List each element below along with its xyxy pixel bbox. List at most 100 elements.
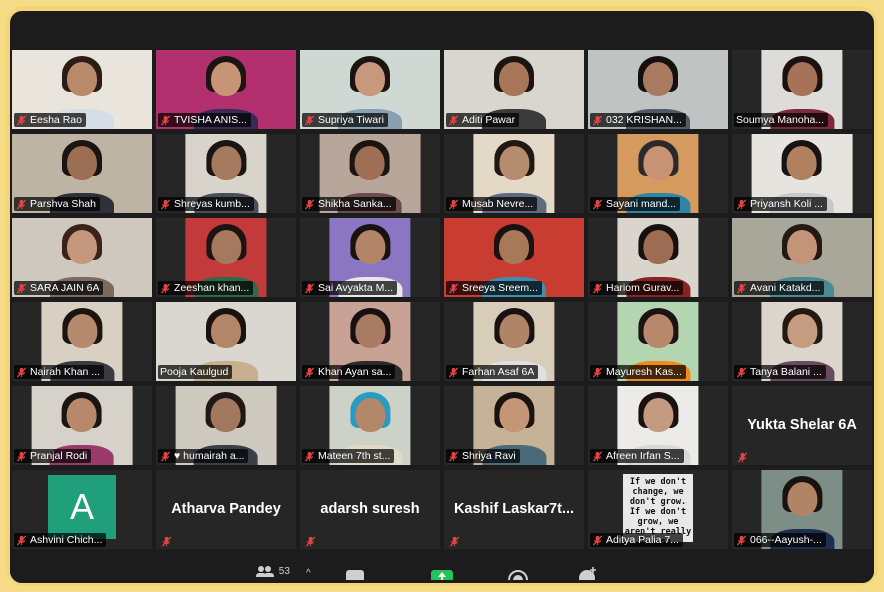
muted-mic-icon — [160, 450, 171, 462]
share-screen-button[interactable] — [431, 570, 453, 583]
participant-tile[interactable]: Eesha Rao — [12, 50, 152, 129]
avatar: A — [48, 475, 116, 539]
participant-tile[interactable]: TVISHA ANIS... — [156, 50, 296, 129]
participant-name-tag: TVISHA ANIS... — [158, 113, 251, 127]
participant-name: Tanya Balani ... — [750, 366, 822, 378]
muted-mic-icon — [736, 366, 747, 378]
participant-name: 032 KRISHAN... — [606, 114, 682, 126]
participant-tile[interactable]: Yukta Shelar 6A — [732, 386, 872, 465]
participant-tile[interactable]: Pranjal Rodi — [12, 386, 152, 465]
participant-tile[interactable]: adarsh suresh — [300, 470, 440, 549]
muted-mic-icon — [16, 198, 27, 210]
quote-line: change, we — [632, 487, 684, 497]
participant-tile[interactable]: Shreyas kumb... — [156, 134, 296, 213]
participant-tile[interactable]: Hariom Gurav... — [588, 218, 728, 297]
muted-mic-icon — [592, 534, 603, 546]
share-screen-icon — [431, 570, 453, 583]
muted-mic-icon — [592, 366, 603, 378]
participant-name: Pranjal Rodi — [30, 450, 88, 462]
participant-name: SARA JAIN 6A — [30, 282, 100, 294]
participant-tile[interactable]: Soumya Manoha... — [732, 50, 872, 129]
participant-name-tag: Mayuresh Kas... — [590, 365, 686, 379]
participant-tile[interactable]: Pooja Kaulgud — [156, 302, 296, 381]
quote-line: don't grow. — [629, 497, 687, 507]
participant-name: Aditya Palia 7... — [606, 534, 679, 546]
participant-name-tag: Tanya Balani ... — [734, 365, 826, 379]
person-face — [211, 314, 241, 348]
participant-name: Eesha Rao — [30, 114, 82, 126]
participant-tile[interactable]: Atharva Pandey — [156, 470, 296, 549]
participant-name: Sayani mand... — [606, 198, 677, 210]
participant-tile[interactable]: Priyansh Koli ... — [732, 134, 872, 213]
participant-name-tag: Soumya Manoha... — [734, 113, 829, 127]
person-face — [643, 314, 673, 348]
participant-tile[interactable]: Zeeshan khan... — [156, 218, 296, 297]
participant-tile[interactable]: Mateen 7th st... — [300, 386, 440, 465]
participant-tile[interactable]: Avani Katakd... — [732, 218, 872, 297]
participant-name: Ashvini Chich... — [30, 534, 103, 546]
participant-tile[interactable]: Khan Ayan sa... — [300, 302, 440, 381]
participant-tile[interactable]: Afreen Irfan S... — [588, 386, 728, 465]
participants-button[interactable]: 53 — [256, 565, 290, 580]
quote-line: If we don't — [629, 507, 687, 517]
participant-tile[interactable]: If we don't change, we don't grow. If we do… — [588, 470, 728, 549]
participant-name-tag: Sai Avyakta M... — [302, 281, 398, 295]
participant-tile[interactable]: SARA JAIN 6A — [12, 218, 152, 297]
muted-mic-icon — [736, 198, 747, 210]
participant-name-tag: Ashvini Chich... — [14, 533, 107, 547]
meeting-toolbar: 53 ^ — [10, 563, 874, 583]
muted-mic-icon — [304, 366, 315, 378]
participant-tile[interactable]: Supriya Tiwari — [300, 50, 440, 129]
participant-name-tag: Eesha Rao — [14, 113, 86, 127]
participant-tile[interactable]: Sreeya Sreem... — [444, 218, 584, 297]
participant-tile[interactable]: ♥ humairah a... — [156, 386, 296, 465]
participant-tile[interactable]: 032 KRISHAN... — [588, 50, 728, 129]
participant-name-tag: 032 KRISHAN... — [590, 113, 686, 127]
participant-name: Musab Nevre... — [462, 198, 534, 210]
participant-tile[interactable]: Parshva Shah — [12, 134, 152, 213]
participant-tile[interactable]: Sai Avyakta M... — [300, 218, 440, 297]
participant-name-tag: Aditi Pawar — [446, 113, 520, 127]
chat-button[interactable] — [346, 570, 364, 583]
participant-tile[interactable]: Nairah Khan ... — [12, 302, 152, 381]
person-face — [355, 62, 385, 96]
participant-tile[interactable]: Musab Nevre... — [444, 134, 584, 213]
participant-name: ♥ humairah a... — [174, 450, 245, 462]
participant-name-tag: Shreyas kumb... — [158, 197, 254, 211]
muted-mic-icon — [304, 282, 315, 294]
muted-mic-icon — [592, 114, 603, 126]
participant-tile[interactable]: Mayuresh Kas... — [588, 302, 728, 381]
reactions-button[interactable] — [578, 566, 598, 583]
muted-mic-icon — [592, 450, 603, 462]
profile-picture-quote: If we don't change, we don't grow. If we do… — [623, 474, 693, 547]
participant-count: 53 — [278, 566, 290, 577]
participant-tile[interactable]: Farhan Asaf 6A — [444, 302, 584, 381]
muted-mic-icon — [161, 534, 172, 547]
participant-tile[interactable]: 066--Aayush-... — [732, 470, 872, 549]
meeting-window: Eesha Rao TVISHA ANIS... Supriya Tiwari Adi… — [10, 11, 874, 583]
participant-tile[interactable]: Shriya Ravi — [444, 386, 584, 465]
participant-tile[interactable]: Aditi Pawar — [444, 50, 584, 129]
participant-name-tag: Avani Katakd... — [734, 281, 825, 295]
participant-name-tag: Sayani mand... — [590, 197, 681, 211]
participant-tile[interactable]: Sayani mand... — [588, 134, 728, 213]
chevron-up-icon[interactable]: ^ — [306, 568, 311, 579]
participant-name-tag: Priyansh Koli ... — [734, 197, 827, 211]
participant-name: 066--Aayush-... — [750, 534, 822, 546]
participant-name: Zeeshan khan... — [174, 282, 250, 294]
participant-tile[interactable]: Kashif Laskar7t... — [444, 470, 584, 549]
participant-name: Soumya Manoha... — [736, 114, 825, 126]
person-face — [355, 230, 385, 264]
participant-name: Priyansh Koli ... — [750, 198, 823, 210]
participant-tile[interactable]: Shikha Sanka... — [300, 134, 440, 213]
participant-name-tag: Aditya Palia 7... — [590, 533, 683, 547]
participant-tile[interactable]: A Ashvini Chich... — [12, 470, 152, 549]
participant-name: TVISHA ANIS... — [174, 114, 247, 126]
participant-tile[interactable]: Tanya Balani ... — [732, 302, 872, 381]
record-button[interactable] — [508, 570, 528, 583]
person-face — [787, 314, 817, 348]
participant-name-tag: Pranjal Rodi — [14, 449, 92, 463]
person-face — [354, 146, 385, 180]
participant-name-display: adarsh suresh — [320, 500, 420, 517]
person-face — [643, 398, 673, 432]
